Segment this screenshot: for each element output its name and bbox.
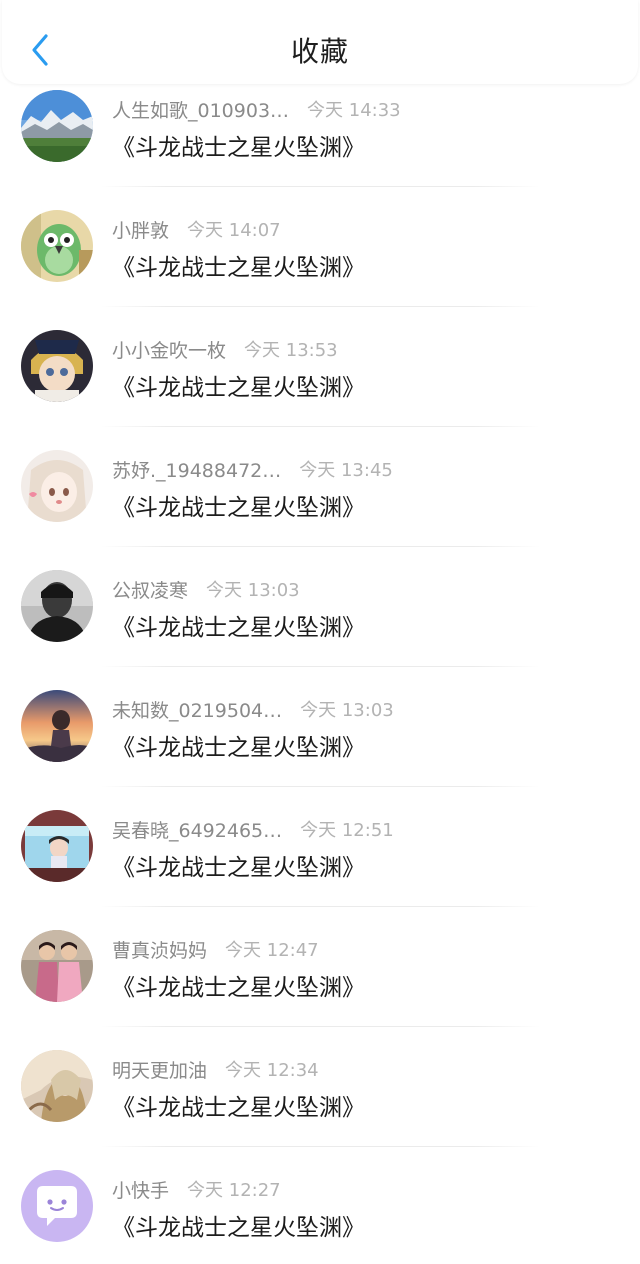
- timestamp: 今天 12:34: [225, 1060, 319, 1081]
- username[interactable]: 小胖敦: [112, 216, 169, 243]
- divider: [100, 666, 540, 667]
- username[interactable]: 吴春晓_6492465…: [112, 816, 282, 843]
- item-meta: 人生如歌_010903… 今天 14:33: [112, 96, 401, 122]
- timestamp: 今天 13:53: [244, 340, 338, 361]
- list-item[interactable]: 公叔凌寒 今天 13:03 《斗龙战士之星火坠渊》: [0, 564, 640, 684]
- item-meta: 明天更加油 今天 12:34: [112, 1056, 319, 1082]
- avatar[interactable]: [21, 810, 93, 882]
- username[interactable]: 人生如歌_010903…: [112, 96, 289, 123]
- favorites-screen: 收藏 人生如歌_010903… 今天 14:33 《斗龙战士之星火坠渊》 小胖敦…: [0, 0, 640, 1264]
- timestamp: 今天 12:27: [187, 1180, 281, 1201]
- list-item[interactable]: 小快手 今天 12:27 《斗龙战士之星火坠渊》: [0, 1164, 640, 1264]
- username[interactable]: 小小金吹一枚: [112, 336, 226, 363]
- timestamp: 今天 12:47: [225, 940, 319, 961]
- item-meta: 吴春晓_6492465… 今天 12:51: [112, 816, 394, 842]
- avatar[interactable]: [21, 930, 93, 1002]
- timestamp: 今天 13:03: [206, 580, 300, 601]
- list-item[interactable]: 人生如歌_010903… 今天 14:33 《斗龙战士之星火坠渊》: [0, 84, 640, 204]
- item-meta: 苏妤._19488472… 今天 13:45: [112, 456, 393, 482]
- divider: [100, 906, 540, 907]
- video-title[interactable]: 《斗龙战士之星火坠渊》: [112, 128, 365, 162]
- timestamp: 今天 13:45: [299, 460, 393, 481]
- list-item[interactable]: 未知数_0219504… 今天 13:03 《斗龙战士之星火坠渊》: [0, 684, 640, 804]
- chat-bubble-icon: [21, 1170, 93, 1242]
- divider: [100, 186, 540, 187]
- username[interactable]: 曹真浈妈妈: [112, 936, 207, 963]
- avatar[interactable]: [21, 450, 93, 522]
- divider: [100, 306, 540, 307]
- username[interactable]: 未知数_0219504…: [112, 696, 282, 723]
- item-meta: 公叔凌寒 今天 13:03: [112, 576, 300, 602]
- divider: [100, 546, 540, 547]
- top-nav-bar: 收藏: [2, 0, 638, 84]
- avatar[interactable]: [21, 210, 93, 282]
- video-title[interactable]: 《斗龙战士之星火坠渊》: [112, 848, 365, 882]
- username[interactable]: 公叔凌寒: [112, 576, 188, 603]
- list-item[interactable]: 小小金吹一枚 今天 13:53 《斗龙战士之星火坠渊》: [0, 324, 640, 444]
- list-item[interactable]: 曹真浈妈妈 今天 12:47 《斗龙战士之星火坠渊》: [0, 924, 640, 1044]
- item-meta: 小胖敦 今天 14:07: [112, 216, 281, 242]
- avatar[interactable]: [21, 90, 93, 162]
- page-title: 收藏: [290, 35, 349, 68]
- video-title[interactable]: 《斗龙战士之星火坠渊》: [112, 368, 365, 402]
- avatar[interactable]: [21, 1050, 93, 1122]
- item-meta: 小快手 今天 12:27: [112, 1176, 281, 1202]
- avatar[interactable]: [21, 1170, 93, 1242]
- video-title[interactable]: 《斗龙战士之星火坠渊》: [112, 248, 365, 282]
- divider: [100, 1026, 540, 1027]
- avatar[interactable]: [21, 330, 93, 402]
- avatar[interactable]: [21, 690, 93, 762]
- video-title[interactable]: 《斗龙战士之星火坠渊》: [112, 1208, 365, 1242]
- list-item[interactable]: 吴春晓_6492465… 今天 12:51 《斗龙战士之星火坠渊》: [0, 804, 640, 924]
- item-meta: 小小金吹一枚 今天 13:53: [112, 336, 338, 362]
- timestamp: 今天 14:07: [187, 220, 281, 241]
- username[interactable]: 小快手: [112, 1176, 169, 1203]
- list-item[interactable]: 明天更加油 今天 12:34 《斗龙战士之星火坠渊》: [0, 1044, 640, 1164]
- video-title[interactable]: 《斗龙战士之星火坠渊》: [112, 968, 365, 1002]
- video-title[interactable]: 《斗龙战士之星火坠渊》: [112, 488, 365, 522]
- divider: [100, 426, 540, 427]
- divider: [100, 1146, 540, 1147]
- username[interactable]: 明天更加油: [112, 1056, 207, 1083]
- video-title[interactable]: 《斗龙战士之星火坠渊》: [112, 1088, 365, 1122]
- list-item[interactable]: 小胖敦 今天 14:07 《斗龙战士之星火坠渊》: [0, 204, 640, 324]
- item-meta: 未知数_0219504… 今天 13:03: [112, 696, 394, 722]
- item-meta: 曹真浈妈妈 今天 12:47: [112, 936, 319, 962]
- timestamp: 今天 14:33: [307, 100, 401, 121]
- timestamp: 今天 12:51: [300, 820, 394, 841]
- username[interactable]: 苏妤._19488472…: [112, 456, 281, 483]
- list-item[interactable]: 苏妤._19488472… 今天 13:45 《斗龙战士之星火坠渊》: [0, 444, 640, 564]
- video-title[interactable]: 《斗龙战士之星火坠渊》: [112, 608, 365, 642]
- favorites-list: 人生如歌_010903… 今天 14:33 《斗龙战士之星火坠渊》 小胖敦 今天…: [0, 84, 640, 1264]
- avatar[interactable]: [21, 570, 93, 642]
- video-title[interactable]: 《斗龙战士之星火坠渊》: [112, 728, 365, 762]
- timestamp: 今天 13:03: [300, 700, 394, 721]
- divider: [100, 786, 540, 787]
